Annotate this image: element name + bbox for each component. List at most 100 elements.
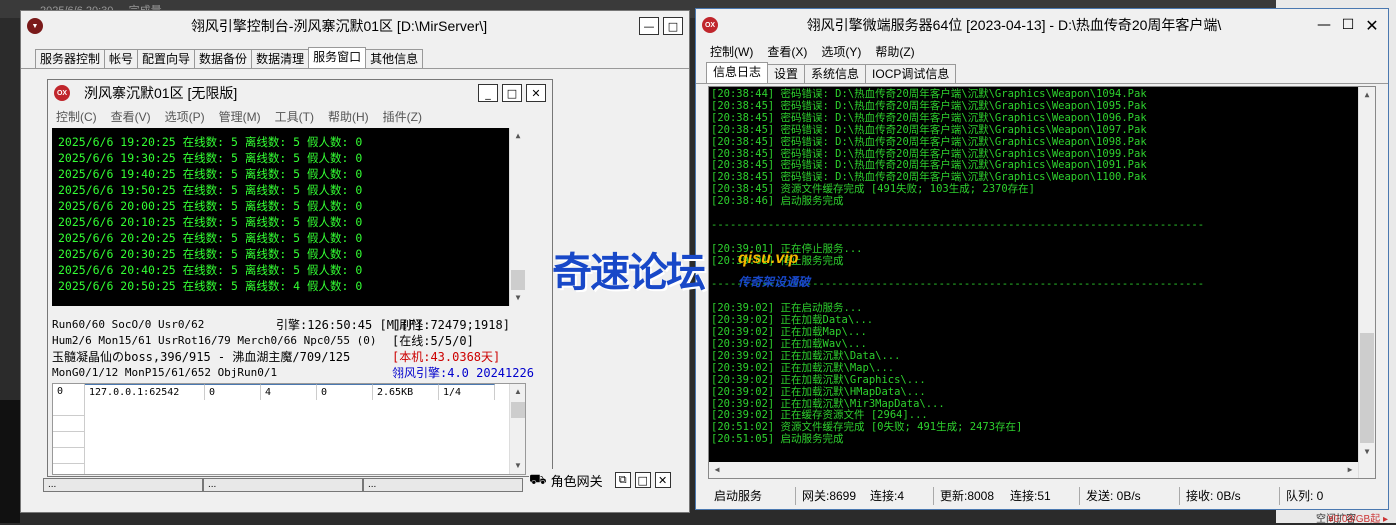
right-tab-3[interactable]: IOCP调试信息 xyxy=(865,64,957,83)
status-recv: 接收: 0B/s xyxy=(1180,487,1280,505)
clipped-window-1[interactable]: ... xyxy=(43,478,203,492)
log-line: 2025/6/6 19:30:25 在线数: 5 离线数: 5 假人数: 0 xyxy=(58,151,363,165)
log-line: [20:38:46] 启动服务完成 xyxy=(711,195,844,208)
status-send: 发送: 0B/s xyxy=(1080,487,1180,505)
scroll-thumb[interactable] xyxy=(511,270,525,290)
status-update-conn: 连接:51 xyxy=(1004,487,1080,505)
inner-maximize-button[interactable]: □ xyxy=(502,84,522,102)
log-line: [20:39:02] 正在加载沉默\HMapData\... xyxy=(711,385,926,398)
bottom-clipped-windows: ... ... ... xyxy=(43,478,523,492)
table-scrollbar[interactable]: ▲ ▼ xyxy=(509,384,525,474)
gateway-maximize-button[interactable]: □ xyxy=(634,472,651,488)
inner-log-scrollbar[interactable]: ▲ ▼ xyxy=(509,128,526,306)
table-scroll-down-icon[interactable]: ▼ xyxy=(510,458,526,474)
gateway-restore-button[interactable]: ⧉ xyxy=(614,472,631,488)
stat-row3-right: [本机:43.0368天] xyxy=(392,350,501,364)
table-cell: 1/4 xyxy=(439,384,495,400)
inner-menu-item-4[interactable]: 工具(T) xyxy=(275,108,314,125)
log-line: 2025/6/6 19:40:25 在线数: 5 离线数: 5 假人数: 0 xyxy=(58,167,363,181)
right-menu-item-1[interactable]: 查看(X) xyxy=(767,43,807,60)
clipped-window-3[interactable]: ... xyxy=(363,478,523,492)
status-update: 更新:8008 xyxy=(940,489,995,503)
right-window-title: 翎风引擎微端服务器64位 [2023-04-13] - D:\热血传奇20周年客… xyxy=(806,17,1222,33)
right-tab-1[interactable]: 设置 xyxy=(767,64,806,83)
right-scroll-right-icon[interactable]: ▶ xyxy=(1342,462,1358,478)
log-line: 2025/6/6 20:50:25 在线数: 5 离线数: 4 假人数: 0 xyxy=(58,279,363,293)
table-scroll-thumb[interactable] xyxy=(511,402,525,418)
table-row[interactable]: 0 127.0.0.1:62542 0 4 0 2.65KB 1/4 xyxy=(53,384,525,400)
inner-menu-item-0[interactable]: 控制(C) xyxy=(56,108,97,125)
tab-3[interactable]: 数据备份 xyxy=(194,49,253,68)
log-line: [20:51:05] 启动服务完成 xyxy=(711,433,844,446)
right-logo-icon: OX xyxy=(702,17,718,33)
tab-2[interactable]: 配置向导 xyxy=(137,49,196,68)
log-line: ----------------------------------------… xyxy=(711,218,1205,231)
scroll-up-icon[interactable]: ▲ xyxy=(510,128,526,144)
inner-server-window: OX 洌风寨沉默01区 [无限版] _ □ ✕ 控制(C) 查看(V) 选项(P) 管… xyxy=(47,79,553,477)
watermark-main: 奇速论坛 xyxy=(552,250,706,296)
clipped-window-2[interactable]: ... xyxy=(203,478,363,492)
stat-row1-left: Run60/60 SocO/0 Usr0/62 xyxy=(52,318,205,331)
right-window-titlebar[interactable]: OX 翎风引擎微端服务器64位 [2023-04-13] - D:\热血传奇20… xyxy=(696,9,1388,41)
inner-window-titlebar[interactable]: OX 洌风寨沉默01区 [无限版] _ □ ✕ xyxy=(48,80,552,106)
scroll-down-icon[interactable]: ▼ xyxy=(510,290,526,306)
inner-menu-item-1[interactable]: 查看(V) xyxy=(111,108,151,125)
log-line: [20:39:02] 正在加载沉默\Map\... xyxy=(711,361,895,374)
right-log-scrollbar[interactable]: ▲ ▼ xyxy=(1358,87,1375,478)
table-scroll-up-icon[interactable]: ▲ xyxy=(510,384,526,400)
log-line: 2025/6/6 20:00:25 在线数: 5 离线数: 5 假人数: 0 xyxy=(58,199,363,213)
inner-menu-bar: 控制(C) 查看(V) 选项(P) 管理(M) 工具(T) 帮助(H) 插件(Z) xyxy=(48,106,552,127)
log-line: 2025/6/6 19:50:25 在线数: 5 离线数: 5 假人数: 0 xyxy=(58,183,363,197)
log-line: [20:38:45] 密码错误: D:\热血传奇20周年客户端\沉默\Graph… xyxy=(711,123,1147,136)
right-menu-bar: 控制(W) 查看(X) 选项(Y) 帮助(Z) xyxy=(696,41,1388,62)
inner-minimize-button[interactable]: _ xyxy=(478,84,498,102)
maximize-button[interactable]: □ xyxy=(663,17,683,35)
right-maximize-button[interactable]: ☐ xyxy=(1338,16,1358,34)
inner-menu-item-6[interactable]: 插件(Z) xyxy=(383,108,422,125)
inner-menu-item-2[interactable]: 选项(P) xyxy=(165,108,205,125)
app-logo-icon: ▼ xyxy=(27,18,43,34)
right-menu-item-3[interactable]: 帮助(Z) xyxy=(875,43,914,60)
table-cell: 2.65KB xyxy=(373,384,439,400)
right-menu-item-0[interactable]: 控制(W) xyxy=(710,43,753,60)
tab-4[interactable]: 数据清理 xyxy=(251,49,310,68)
right-scroll-up-icon[interactable]: ▲ xyxy=(1359,87,1375,103)
right-scroll-thumb[interactable] xyxy=(1360,333,1374,443)
inner-close-button[interactable]: ✕ xyxy=(526,84,546,102)
log-line: [20:38:45] 密码错误: D:\热血传奇20周年客户端\沉默\Graph… xyxy=(711,135,1147,148)
role-gateway-window[interactable]: ⛟ 角色网关 ⧉ □ ✕ xyxy=(529,469,675,491)
right-window-tabs: 信息日志 设置 系统信息 IOCP调试信息 xyxy=(696,62,1388,84)
watermark-sub: 传奇架设通破 xyxy=(738,275,811,289)
status-gateway-conn: 连接:4 xyxy=(864,487,934,505)
tab-1[interactable]: 帐号 xyxy=(104,49,139,68)
right-tab-2[interactable]: 系统信息 xyxy=(804,64,867,83)
right-minimize-button[interactable]: — xyxy=(1314,16,1334,34)
status-gateway: 网关:8699 xyxy=(802,489,857,503)
left-window-titlebar[interactable]: ▼ 翎风引擎控制台-洌风寨沉默01区 [D:\MirServer\] — □ xyxy=(21,11,689,41)
inner-logo-icon: OX xyxy=(54,85,70,101)
inner-menu-item-5[interactable]: 帮助(H) xyxy=(328,108,369,125)
table-cell: 0 xyxy=(53,384,85,400)
table-cell: 0 xyxy=(205,384,261,400)
tab-6[interactable]: 其他信息 xyxy=(365,49,424,68)
gateway-close-button[interactable]: ✕ xyxy=(654,472,671,488)
right-close-button[interactable]: ✕ xyxy=(1362,16,1382,35)
right-scroll-left-icon[interactable]: ◀ xyxy=(709,462,725,478)
inner-menu-item-3[interactable]: 管理(M) xyxy=(219,108,261,125)
log-line: [20:39:02] 正在加载沉默\Graphics\... xyxy=(711,373,926,386)
stat-row4-right: 翎风引擎:4.0 20241226 xyxy=(392,366,534,380)
log-line: [20:38:45] 密码错误: D:\热血传奇20周年客户端\沉默\Graph… xyxy=(711,111,1147,124)
right-scroll-down-icon[interactable]: ▼ xyxy=(1359,444,1375,460)
right-tab-0[interactable]: 信息日志 xyxy=(706,62,769,83)
table-cell: 4 xyxy=(261,384,317,400)
minimize-button[interactable]: — xyxy=(639,17,659,35)
log-line: [20:39:02] 正在加载沉默\Data\... xyxy=(711,349,901,362)
connection-table[interactable]: 0 127.0.0.1:62542 0 4 0 2.65KB 1/4 ▲ ▼ xyxy=(52,383,526,475)
right-log-hscrollbar[interactable]: ◀ ▶ xyxy=(709,462,1358,478)
right-menu-item-2[interactable]: 选项(Y) xyxy=(821,43,861,60)
log-line: 2025/6/6 20:30:25 在线数: 5 离线数: 5 假人数: 0 xyxy=(58,247,363,261)
tab-5[interactable]: 服务窗口 xyxy=(308,47,367,68)
inner-log-console: 2025/6/6 19:20:25 在线数: 5 离线数: 5 假人数: 0 20… xyxy=(52,128,526,306)
tab-0[interactable]: 服务器控制 xyxy=(35,49,106,68)
right-statusbar: 启动服务 网关:8699 连接:4 更新:8008 连接:51 发送: 0B/s… xyxy=(708,487,1380,505)
